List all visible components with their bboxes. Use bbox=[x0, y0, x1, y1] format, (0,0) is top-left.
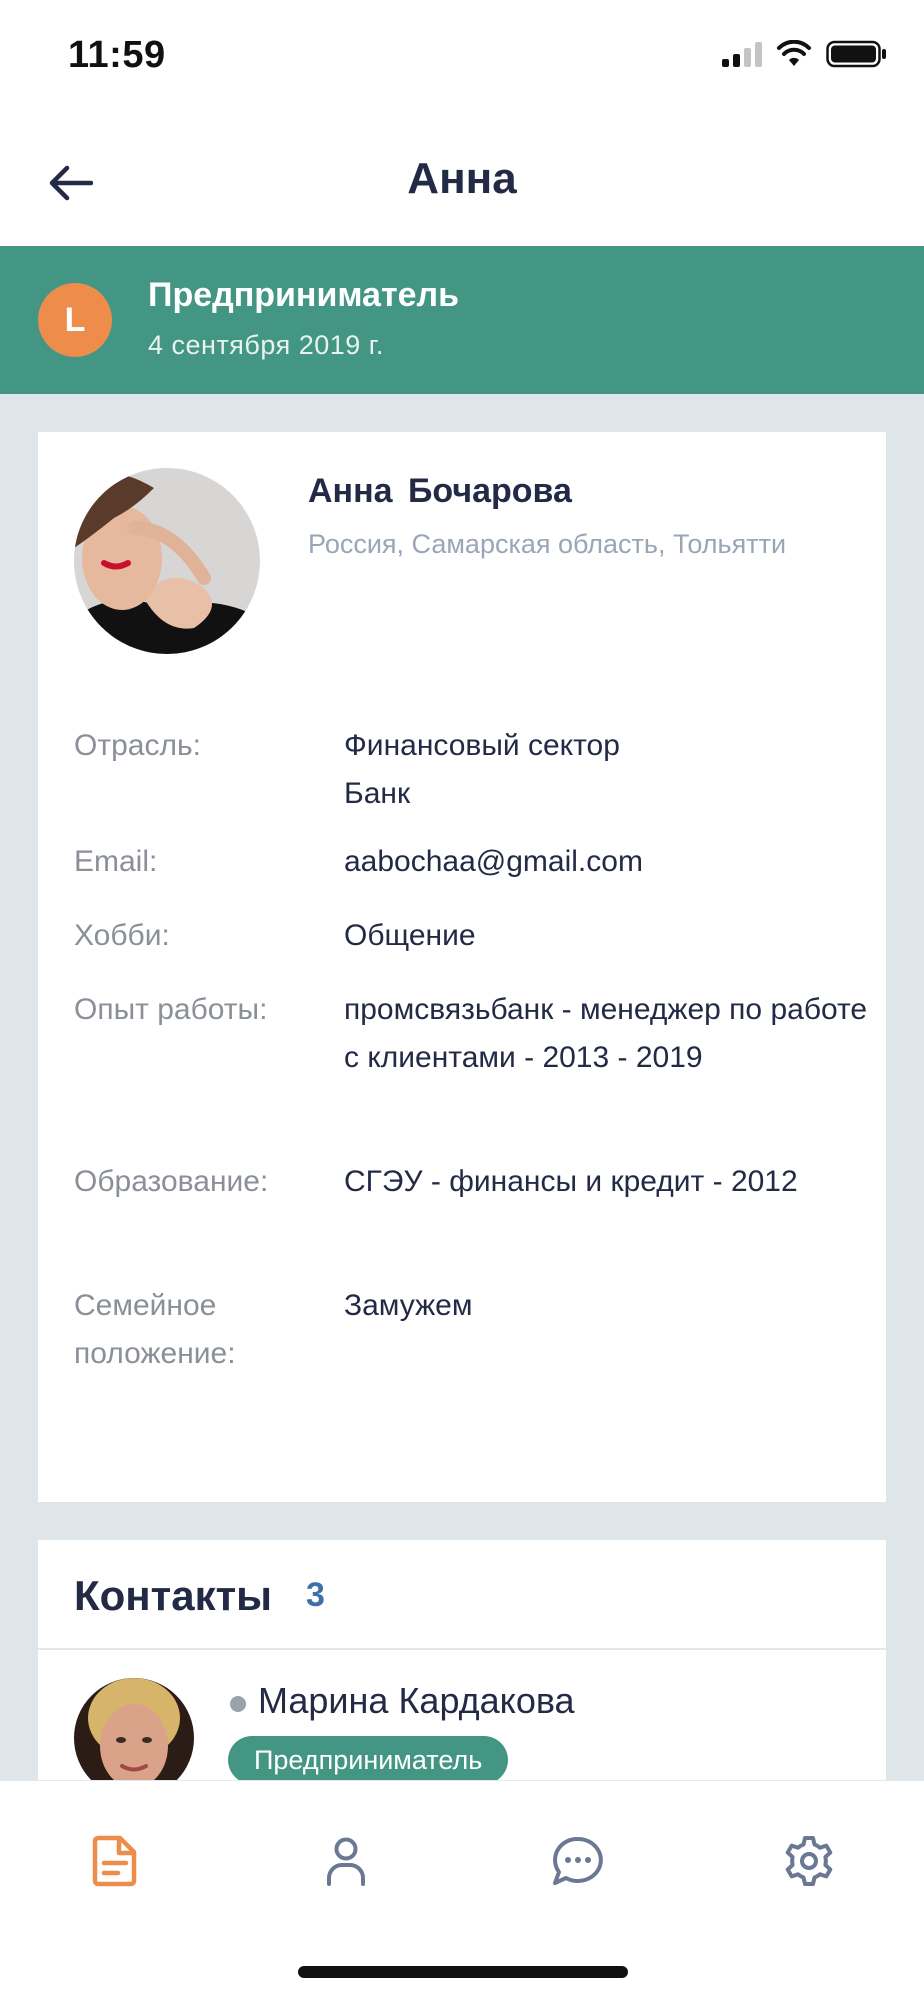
info-label: Email: bbox=[74, 845, 158, 878]
info-label: Отрасль: bbox=[74, 729, 201, 762]
contacts-card: Контакты 3 Марина Кардакова Предпринимат… bbox=[38, 1540, 886, 1780]
profile-location: Россия, Самарская область, Тольятти bbox=[308, 529, 787, 559]
status-time: 11:59 bbox=[68, 34, 166, 76]
contact-type-badge: Предприниматель bbox=[228, 1736, 509, 1780]
info-label: Семейное положение: bbox=[74, 1289, 236, 1370]
screen: 11:59 Анна L Предприниматель 4 сентября … bbox=[0, 0, 924, 2000]
contact-list-item[interactable]: Марина Кардакова Предприниматель bbox=[38, 1652, 886, 1780]
status-icons bbox=[722, 40, 888, 68]
contacts-title: Контакты bbox=[74, 1572, 273, 1619]
status-dot bbox=[230, 1696, 246, 1712]
tab-documents[interactable] bbox=[75, 1821, 155, 1901]
home-indicator[interactable] bbox=[298, 1966, 628, 1978]
contact-avatar bbox=[74, 1678, 194, 1780]
type-avatar: L bbox=[38, 283, 112, 357]
tab-settings[interactable] bbox=[769, 1821, 849, 1901]
info-value: Общение bbox=[344, 919, 476, 952]
cellular-signal-icon bbox=[722, 41, 762, 67]
navigation-bar: Анна bbox=[0, 120, 924, 246]
info-label: Образование: bbox=[74, 1165, 269, 1198]
profile-card: Анна Бочарова Россия, Самарская область,… bbox=[38, 432, 886, 1502]
contacts-count: 3 bbox=[306, 1576, 325, 1614]
profile-name: Анна Бочарова bbox=[308, 472, 572, 510]
registration-date: 4 сентября 2019 г. bbox=[148, 330, 384, 360]
gear-icon bbox=[785, 1836, 833, 1886]
info-value: Финансовый сектор Банк bbox=[344, 729, 620, 810]
contact-name: Марина Кардакова bbox=[258, 1680, 575, 1721]
profile-type: Предприниматель bbox=[148, 276, 460, 314]
info-value: Замужем bbox=[344, 1289, 473, 1322]
info-label: Хобби: bbox=[74, 919, 170, 952]
chat-icon bbox=[553, 1836, 603, 1885]
info-label: Опыт работы: bbox=[74, 993, 268, 1026]
battery-icon bbox=[826, 40, 886, 68]
info-value: СГЭУ - финансы и кредит - 2012 bbox=[344, 1165, 798, 1198]
profile-type-header: L Предприниматель 4 сентября 2019 г. bbox=[0, 246, 924, 394]
tab-messages[interactable] bbox=[538, 1821, 618, 1901]
page-title: Анна bbox=[407, 154, 517, 203]
tab-profile[interactable] bbox=[306, 1821, 386, 1901]
document-icon bbox=[92, 1835, 137, 1887]
status-bar: 11:59 bbox=[0, 0, 924, 120]
avatar[interactable] bbox=[74, 468, 260, 654]
info-value: промсвязьбанк - менеджер по работе с кли… bbox=[344, 993, 868, 1074]
email-value[interactable]: aabochaa@gmail.com bbox=[344, 838, 874, 886]
wifi-icon bbox=[777, 40, 811, 66]
profile-icon bbox=[327, 1837, 365, 1886]
contacts-header: Контакты 3 bbox=[38, 1540, 886, 1650]
